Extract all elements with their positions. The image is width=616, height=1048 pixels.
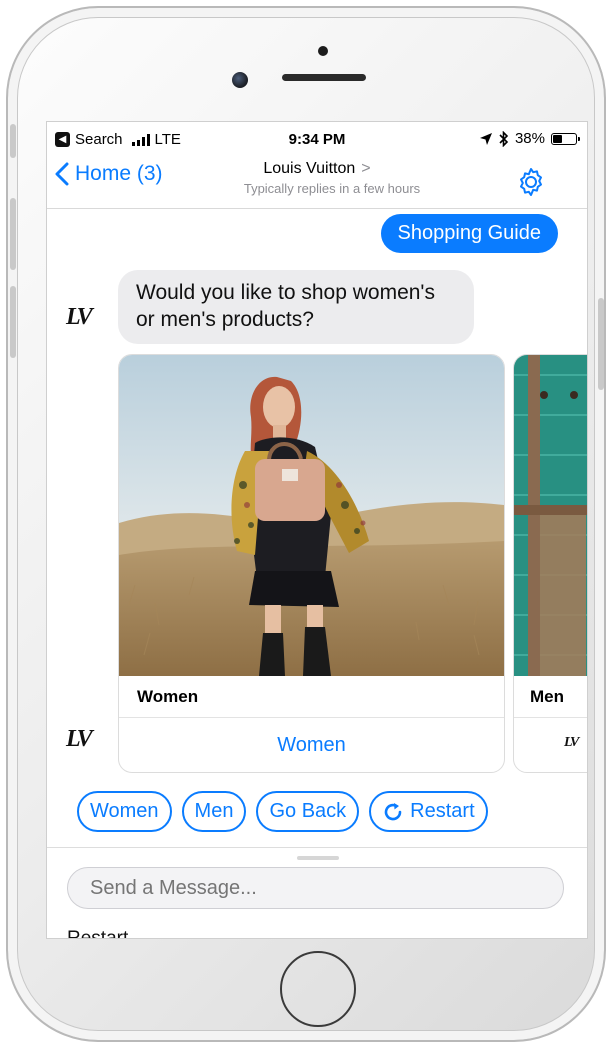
response-time: Typically replies in a few hours — [243, 181, 421, 196]
bot-message-bubble: Would you like to shop women's or men's … — [118, 270, 474, 344]
quick-replies: Women Men Go Back Restart — [77, 791, 488, 832]
men-card-title: Men — [514, 676, 587, 718]
quick-reply-women[interactable]: Women — [77, 791, 172, 832]
women-photo-illustration — [119, 355, 504, 676]
quick-reply-label: Men — [194, 800, 234, 822]
persistent-menu-item[interactable]: Restart — [67, 928, 128, 938]
women-card-title: Women — [119, 676, 504, 718]
volume-up-button — [10, 198, 16, 270]
messenger-screen: ◀ Search LTE 9:34 PM 38% Home (3) Louis … — [46, 121, 588, 939]
quick-reply-label: Women — [90, 800, 159, 822]
carousel-card-men[interactable]: Men LV — [513, 354, 587, 773]
quick-reply-go-back[interactable]: Go Back — [256, 791, 360, 832]
quick-reply-label: Restart — [410, 800, 475, 822]
carousel-card-women[interactable]: Women Women — [118, 354, 505, 773]
mute-switch — [10, 124, 16, 158]
battery-percent: 38% — [514, 130, 545, 147]
front-camera — [232, 72, 248, 88]
gear-icon[interactable] — [515, 166, 547, 198]
women-card-button[interactable]: Women — [119, 718, 504, 772]
lv-mini-logo: LV — [564, 735, 579, 750]
location-arrow-icon — [479, 132, 492, 145]
contact-info[interactable]: Louis Vuitton > Typically replies in a fe… — [47, 160, 587, 196]
refresh-icon — [384, 802, 402, 820]
composer: Restart — [47, 847, 587, 938]
men-photo-illustration — [514, 355, 587, 676]
home-button[interactable] — [280, 951, 356, 1027]
proximity-sensor — [318, 46, 328, 56]
quick-reply-restart[interactable]: Restart — [369, 791, 488, 832]
battery-icon — [551, 132, 580, 145]
men-product-image[interactable] — [514, 355, 587, 676]
power-button — [598, 298, 604, 390]
quick-reply-label: Go Back — [269, 800, 347, 822]
quick-reply-men[interactable]: Men — [181, 791, 247, 832]
message-input[interactable] — [67, 867, 564, 909]
conversation-header: Home (3) Louis Vuitton > Typically replie… — [47, 152, 587, 209]
bluetooth-icon — [499, 130, 509, 147]
status-right: 38% — [479, 130, 580, 147]
battery-fill — [553, 134, 563, 143]
contact-name: Louis Vuitton — [263, 160, 356, 177]
chevron-right-icon: > — [361, 160, 371, 177]
women-product-image[interactable] — [119, 355, 504, 676]
lv-avatar-card: LV — [66, 726, 93, 752]
lv-avatar: LV — [66, 304, 93, 330]
drawer-handle[interactable] — [297, 856, 339, 860]
user-message-bubble: Shopping Guide — [380, 214, 558, 253]
earpiece-speaker — [282, 74, 366, 81]
volume-down-button — [10, 286, 16, 358]
message-list[interactable]: Shopping Guide LV Would you like to shop… — [47, 209, 587, 773]
